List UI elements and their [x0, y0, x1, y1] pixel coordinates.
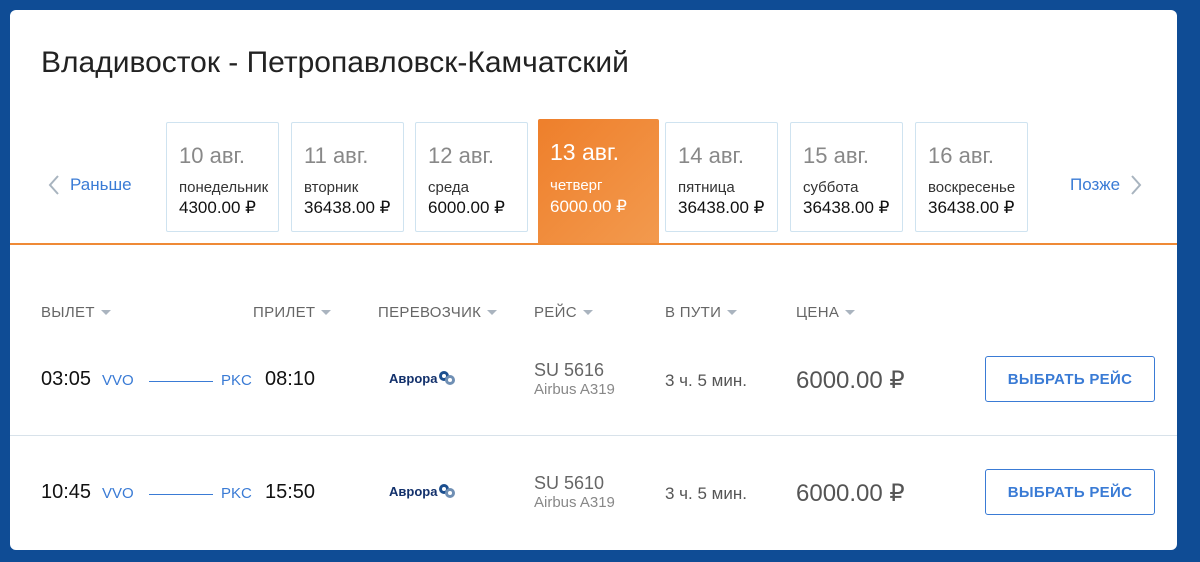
selected-date-underline: [10, 243, 1177, 245]
date-label: 14 авг.: [678, 143, 744, 168]
chevron-left-icon: [48, 175, 59, 195]
departure-time: 03:05: [41, 368, 92, 390]
aircraft-type: Airbus A319: [534, 494, 615, 511]
date-card-6[interactable]: 16 авг. воскресенье 36438.00 ₽: [915, 122, 1028, 232]
sort-arrow-icon: [845, 310, 856, 315]
sort-arrow-icon: [321, 310, 332, 315]
aurora-logo-icon: [439, 371, 456, 385]
select-flight-button[interactable]: ВЫБРАТЬ РЕЙС: [985, 356, 1155, 402]
earlier-dates-label: Раньше: [70, 175, 132, 194]
date-label: 13 авг.: [550, 139, 619, 165]
flight-number: SU 5616: [534, 360, 605, 380]
chevron-right-icon: [1131, 175, 1142, 195]
date-card-1[interactable]: 11 авг. вторник 36438.00 ₽: [291, 122, 404, 232]
arrival-time: 08:10: [265, 368, 316, 390]
aircraft-type: Airbus A319: [534, 381, 615, 398]
date-price: 36438.00 ₽: [803, 198, 890, 217]
sort-arrow-icon: [487, 310, 498, 315]
date-card-5[interactable]: 15 авг. суббота 36438.00 ₽: [790, 122, 903, 232]
carrier-logo: Аврора: [389, 370, 456, 386]
date-label: 15 авг.: [803, 143, 869, 168]
flight-duration: 3 ч. 5 мин.: [665, 371, 747, 390]
weekday-label: пятница: [678, 179, 735, 196]
date-price: 36438.00 ₽: [304, 198, 391, 217]
date-label: 16 авг.: [928, 143, 994, 168]
route-line: [149, 381, 213, 382]
date-price: 6000.00 ₽: [428, 198, 505, 217]
arrival-airport: PKC: [221, 372, 252, 389]
earlier-dates-link[interactable]: Раньше: [46, 172, 132, 198]
date-card-selected[interactable]: 13 авг. четверг 6000.00 ₽: [538, 119, 659, 244]
date-card-4[interactable]: 14 авг. пятница 36438.00 ₽: [665, 122, 778, 232]
sort-arrival[interactable]: ПРИЛЕТ: [253, 304, 332, 321]
departure-time: 10:45: [41, 481, 92, 503]
date-card-2[interactable]: 12 авг. среда 6000.00 ₽: [415, 122, 528, 232]
column-label: РЕЙС: [534, 304, 577, 321]
weekday-label: понедельник: [179, 179, 269, 196]
flight-price: 6000.00 ₽: [796, 480, 905, 507]
carrier-logo: Аврора: [389, 483, 456, 499]
sort-price[interactable]: ЦЕНА: [796, 304, 856, 321]
column-label: ПРИЛЕТ: [253, 304, 316, 321]
sort-duration[interactable]: В ПУТИ: [665, 304, 738, 321]
sort-arrow-icon: [582, 310, 593, 315]
column-label: ВЫЛЕТ: [41, 304, 95, 321]
sort-arrow-icon: [100, 310, 111, 315]
sort-arrow-icon: [727, 310, 738, 315]
flight-row: 03:05 VVO PKC 08:10 Аврора SU 5616 Airbu…: [10, 330, 1177, 430]
carrier-name: Аврора: [389, 483, 438, 499]
date-label: 12 авг.: [428, 143, 494, 168]
date-label: 11 авг.: [304, 143, 369, 168]
arrival-time: 15:50: [265, 481, 316, 503]
date-price: 4300.00 ₽: [179, 198, 256, 217]
date-price: 36438.00 ₽: [678, 198, 765, 217]
weekday-label: вторник: [304, 179, 359, 196]
flight-number: SU 5610: [534, 473, 605, 493]
column-label: В ПУТИ: [665, 304, 722, 321]
route-title: Владивосток - Петропавловск-Камчатский: [41, 46, 629, 79]
route-line: [149, 494, 213, 495]
row-divider: [10, 435, 1177, 436]
arrival-airport: PKC: [221, 485, 252, 502]
later-dates-link[interactable]: Позже: [1070, 172, 1144, 198]
sort-departure[interactable]: ВЫЛЕТ: [41, 304, 111, 321]
flight-duration: 3 ч. 5 мин.: [665, 484, 747, 503]
date-label: 10 авг.: [179, 143, 245, 168]
departure-airport: VVO: [102, 485, 134, 502]
weekday-label: среда: [428, 179, 469, 196]
date-price: 6000.00 ₽: [550, 197, 627, 216]
flight-row: 10:45 VVO PKC 15:50 Аврора SU 5610 Airbu…: [10, 443, 1177, 543]
select-flight-button[interactable]: ВЫБРАТЬ РЕЙС: [985, 469, 1155, 515]
weekday-label: воскресенье: [928, 179, 1016, 196]
sort-carrier[interactable]: ПЕРЕВОЗЧИК: [378, 304, 498, 321]
sort-flight[interactable]: РЕЙС: [534, 304, 593, 321]
departure-airport: VVO: [102, 372, 134, 389]
column-label: ПЕРЕВОЗЧИК: [378, 304, 482, 321]
flight-price: 6000.00 ₽: [796, 367, 905, 394]
column-label: ЦЕНА: [796, 304, 840, 321]
weekday-label: суббота: [803, 179, 859, 196]
flight-search-card: Владивосток - Петропавловск-Камчатский Р…: [10, 10, 1177, 550]
aurora-logo-icon: [439, 484, 456, 498]
date-price: 36438.00 ₽: [928, 198, 1015, 217]
weekday-label: четверг: [550, 177, 603, 194]
date-card-0[interactable]: 10 авг. понедельник 4300.00 ₽: [166, 122, 279, 232]
carrier-name: Аврора: [389, 370, 438, 386]
later-dates-label: Позже: [1070, 175, 1121, 194]
